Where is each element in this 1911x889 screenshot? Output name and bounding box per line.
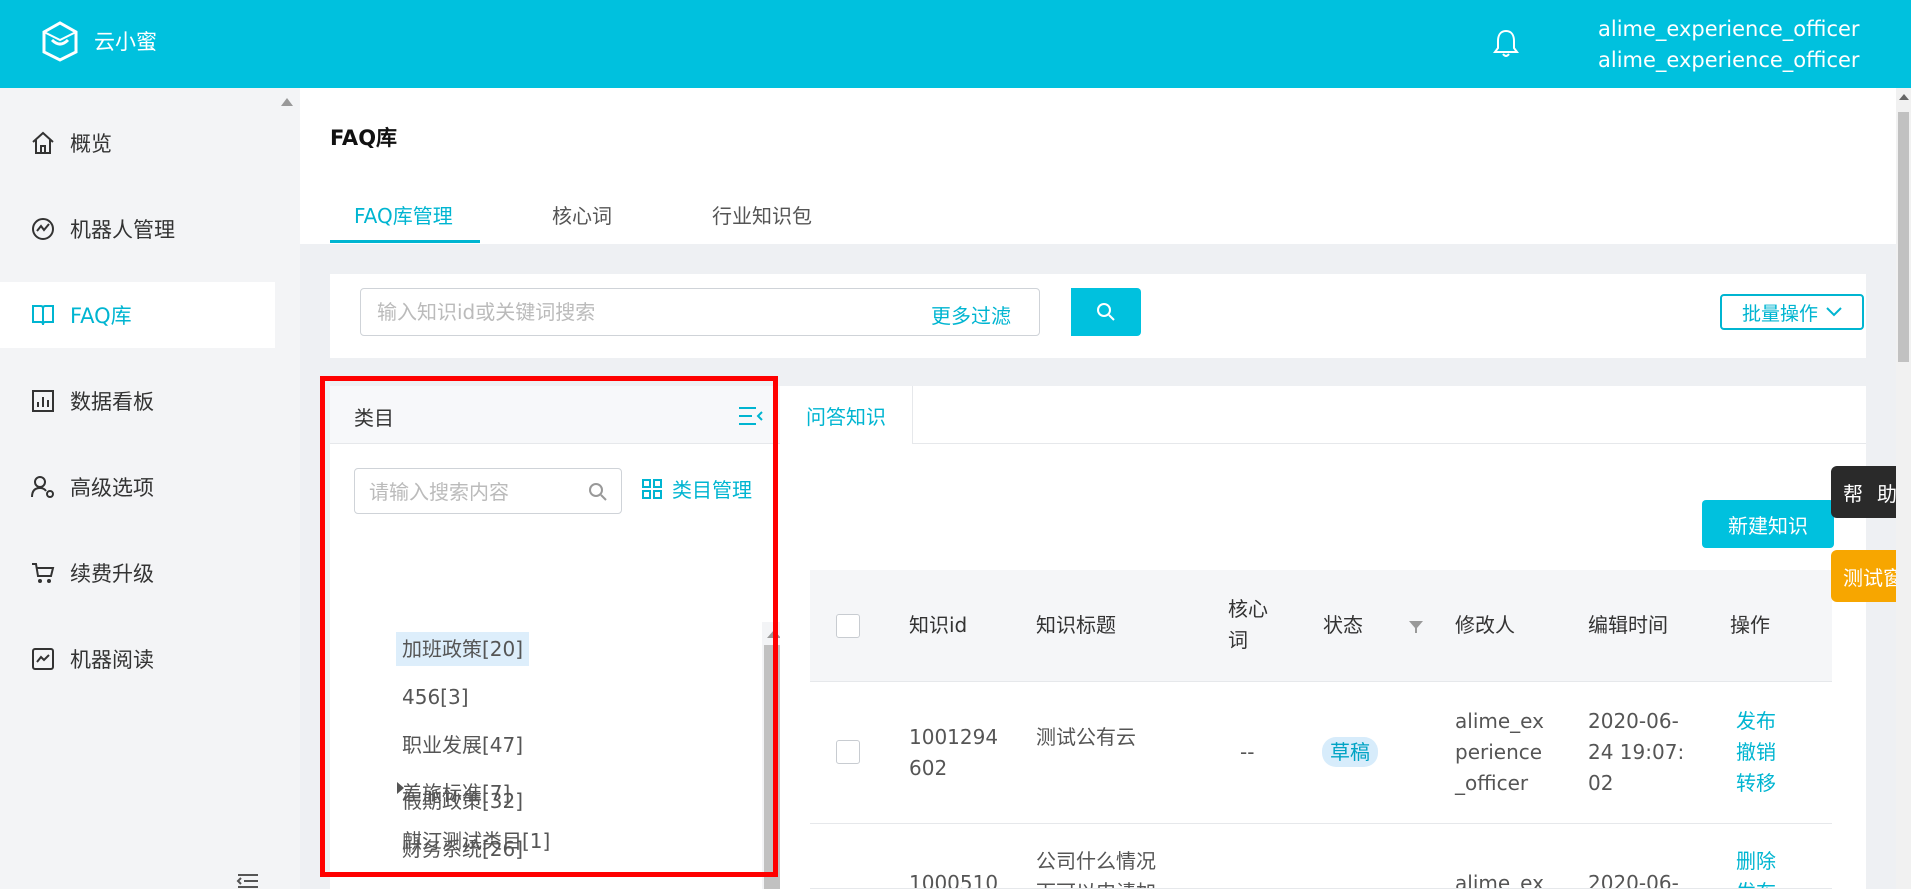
sidebar-item-machine-reading[interactable]: 机器阅读 [0,626,275,692]
column-header-core-word: 核心 词 [1228,597,1268,652]
highlight-box [320,376,778,877]
sidebar-scrollbar[interactable] [275,88,299,889]
table-row: 1000510 公司什么情况 下可以申请加 alime_ex 2020-06- … [810,824,1832,889]
knowledge-table: 知识id 知识标题 核心 词 状态 修改人 编辑时间 操作 1001294 60… [810,570,1832,889]
reading-icon [32,648,54,670]
sidebar-item-label: 数据看板 [70,390,154,414]
search-icon [1097,303,1115,321]
transfer-link[interactable]: 转移 [1736,768,1776,799]
tab-faq-management[interactable]: FAQ库管理 [354,200,453,229]
column-header-status: 状态 [1323,613,1363,637]
logo-icon [42,21,78,62]
knowledge-id: 1000510 [909,871,999,889]
batch-operation-button[interactable]: 批量操作 [1720,294,1864,330]
core-word-value: -- [1240,740,1255,764]
status-badge: 草稿 [1322,737,1378,767]
sidebar-item-label: 机器阅读 [70,648,154,672]
home-icon [32,131,54,154]
knowledge-title[interactable]: 公司什么情况 下可以申请加 [1036,846,1156,888]
publish-link[interactable]: 发布 [1736,706,1776,737]
sidebar-item-robot-management[interactable]: 机器人管理 [0,196,275,262]
batch-operation-label: 批量操作 [1741,302,1818,325]
publish-link[interactable]: 发布 [1736,877,1776,888]
search-button[interactable] [1071,288,1141,336]
modifier-name: alime_ex perience _officer [1455,709,1544,795]
users-gear-icon [31,476,54,498]
top-bar: 云小蜜 alime_experience_officer alime_exper… [0,0,1911,88]
active-tab-indicator [330,240,480,243]
knowledge-title[interactable]: 测试公有云 [1036,722,1136,753]
table-row: 1001294 602 测试公有云 -- 草稿 alime_ex perienc… [810,682,1832,824]
sidebar: 概览 机器人管理 FAQ库 数据看板 高级选项 续费升级 机器阅读 [0,88,275,889]
column-header-title: 知识标题 [1036,613,1116,637]
book-icon [32,305,54,326]
page-scrollbar[interactable] [1896,88,1911,889]
modifier-name: alime_ex [1455,871,1544,889]
sidebar-item-label: 续费升级 [70,562,154,586]
scroll-up-arrow-icon[interactable] [1899,94,1909,100]
new-knowledge-button[interactable]: 新建知识 [1702,500,1834,548]
scroll-up-arrow-icon[interactable] [281,98,293,106]
chart-board-icon [32,390,54,412]
tab-industry-knowledge[interactable]: 行业知识包 [712,200,812,229]
column-header-modifier: 修改人 [1455,613,1515,637]
knowledge-search-input[interactable] [377,299,897,325]
search-panel: 更多过滤 批量操作 [330,274,1866,358]
robot-icon [32,218,54,240]
tab-core-words[interactable]: 核心词 [552,200,612,229]
delete-link[interactable]: 删除 [1736,846,1776,877]
search-box[interactable]: 更多过滤 [360,288,1040,336]
chevron-down-icon [1826,307,1842,317]
user-account[interactable]: alime_experience_officer alime_experienc… [1598,14,1860,76]
row-checkbox[interactable] [836,740,860,764]
knowledge-tab-bar: 问答知识 [780,386,1866,444]
select-all-checkbox[interactable] [836,614,860,638]
sidebar-item-label: 高级选项 [70,476,154,500]
revoke-link[interactable]: 撤销 [1736,737,1776,768]
scrollbar-thumb[interactable] [1898,112,1909,362]
more-filter-link[interactable]: 更多过滤 [931,300,1011,329]
filter-icon[interactable] [1408,620,1424,634]
user-name-line2: alime_experience_officer [1598,48,1860,72]
help-label-1: 帮 [1843,481,1863,506]
sidebar-item-label: 概览 [70,132,112,156]
page-title: FAQ库 [330,126,398,150]
help-label-2: 助 [1877,481,1897,506]
sidebar-item-renewal[interactable]: 续费升级 [0,540,275,606]
sidebar-item-label: 机器人管理 [70,218,175,242]
sidebar-item-advanced[interactable]: 高级选项 [0,454,275,520]
column-header-id: 知识id [909,613,968,637]
column-header-actions: 操作 [1730,613,1770,637]
sidebar-item-label: FAQ库 [70,304,132,328]
bell-icon[interactable] [1493,28,1519,58]
column-header-edit-time: 编辑时间 [1588,613,1668,637]
collapse-sidebar-icon[interactable] [236,872,260,889]
knowledge-panel: 问答知识 新建知识 知识id 知识标题 核心 词 状态 修改人 编辑时间 操作 … [780,386,1866,889]
user-name-line1: alime_experience_officer [1598,17,1860,41]
edit-time: 2020-06- 24 19:07: 02 [1588,709,1685,795]
brand-name: 云小蜜 [94,30,157,54]
edit-time: 2020-06- [1588,871,1679,889]
cart-icon [32,563,55,583]
tab-qa-knowledge[interactable]: 问答知识 [780,386,913,444]
sidebar-item-overview[interactable]: 概览 [0,110,275,176]
sidebar-item-faq[interactable]: FAQ库 [0,282,275,348]
knowledge-id: 1001294 602 [909,725,999,780]
sidebar-item-data-board[interactable]: 数据看板 [0,368,275,434]
page-header: FAQ库 FAQ库管理 核心词 行业知识包 [300,88,1896,244]
table-header: 知识id 知识标题 核心 词 状态 修改人 编辑时间 操作 [810,570,1832,682]
